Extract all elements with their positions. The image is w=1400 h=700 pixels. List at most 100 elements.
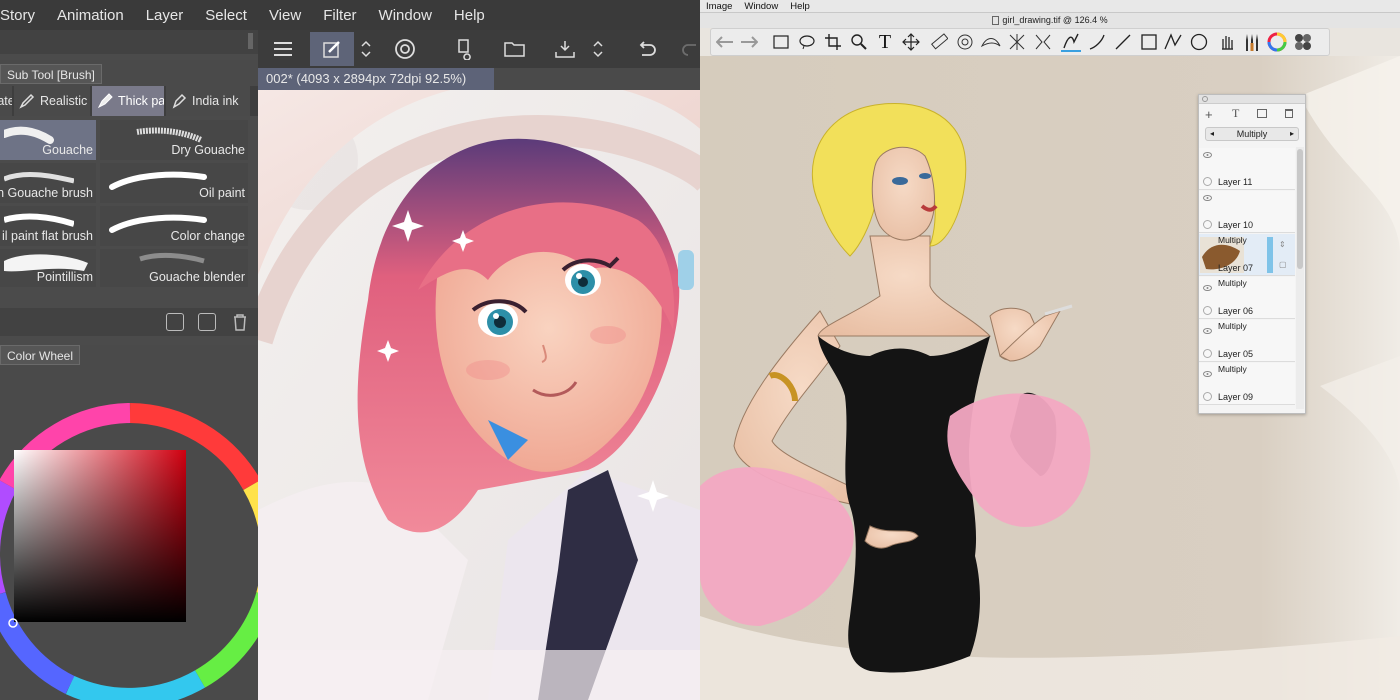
brush-cat-thick-paint[interactable]: Thick pa	[92, 86, 164, 116]
layer-opacity-slider[interactable]	[1267, 237, 1273, 273]
layer-radio[interactable]	[1203, 392, 1212, 401]
open-folder-icon[interactable]	[500, 34, 530, 64]
image-layer-icon[interactable]	[1257, 109, 1267, 118]
menu-help[interactable]: Help	[443, 7, 496, 24]
layers-scrollbar[interactable]	[1296, 147, 1304, 409]
brush-dry-gouache[interactable]: Dry Gouache	[100, 120, 248, 160]
eye-icon[interactable]	[1203, 328, 1212, 334]
up-down-arrow-icon[interactable]	[588, 34, 608, 64]
symmetry-icon[interactable]	[1007, 32, 1027, 52]
subtool-tab[interactable]: Sub Tool [Brush]	[0, 64, 102, 84]
edit-brush-icon[interactable]	[310, 32, 354, 66]
layer-row[interactable]: Layer 10	[1199, 191, 1295, 233]
crop-icon[interactable]	[823, 32, 843, 52]
brush-label: Oil paint	[199, 186, 245, 200]
layer-row[interactable]: Multiply Layer 06	[1199, 277, 1295, 319]
move-icon[interactable]	[901, 32, 921, 52]
menu-window[interactable]: Window	[368, 7, 443, 24]
brush-oil-paint-flat[interactable]: il paint flat brush	[0, 206, 96, 246]
up-down-arrow-icon[interactable]: ⇕	[1279, 240, 1286, 249]
ruler-icon[interactable]	[929, 32, 949, 52]
blend-mode-select[interactable]: ◂ Multiply ▸	[1205, 127, 1299, 141]
menu-help[interactable]: Help	[784, 1, 816, 12]
layer-row[interactable]: Multiply Layer 09	[1199, 363, 1295, 405]
layer-radio[interactable]	[1203, 306, 1212, 315]
ellipse-icon[interactable]	[1189, 32, 1209, 52]
spiral-icon[interactable]	[390, 34, 420, 64]
menu-layer[interactable]: Layer	[135, 7, 195, 24]
brush-gouache-brush[interactable]: n Gouache brush	[0, 163, 96, 203]
brush-cat-label: Thick pa	[118, 94, 164, 108]
brush-stroke-preview	[139, 252, 205, 264]
close-icon[interactable]	[1202, 96, 1208, 102]
layer-radio[interactable]	[1203, 220, 1212, 229]
brush-cat-india-ink[interactable]: India ink	[166, 86, 250, 116]
color-wheel-tab[interactable]: Color Wheel	[0, 345, 81, 365]
curve-icon[interactable]	[1087, 32, 1107, 52]
panel-grip[interactable]	[248, 33, 253, 49]
anime-girl-illustration	[258, 90, 700, 700]
back-arrow-icon[interactable]	[715, 32, 735, 52]
layer-radio[interactable]	[1203, 177, 1212, 186]
trash-icon[interactable]	[231, 312, 249, 332]
eye-icon[interactable]	[1203, 371, 1212, 377]
brush-color-change[interactable]: Color change	[100, 206, 248, 246]
trash-icon[interactable]	[1285, 109, 1293, 118]
lock-icon[interactable]: ▢	[1279, 260, 1287, 269]
brushes-icon[interactable]	[1241, 32, 1261, 52]
layer-row-selected[interactable]: Multiply Layer 07 ⇕ ▢	[1199, 234, 1295, 276]
hand-icon[interactable]	[1217, 32, 1237, 52]
text-layer-icon[interactable]: T	[1232, 106, 1239, 121]
layer-row[interactable]: Multiply Layer 05	[1199, 320, 1295, 362]
undo-icon[interactable]	[632, 34, 662, 64]
brush-gouache[interactable]: Gouache	[0, 120, 96, 160]
menu-animation[interactable]: Animation	[46, 7, 135, 24]
polyline-icon[interactable]	[1163, 32, 1183, 52]
up-down-arrow-icon[interactable]	[356, 34, 376, 64]
layers-panel-titlebar[interactable]	[1199, 95, 1305, 104]
brush-gouache-blender[interactable]: Gouache blender	[100, 249, 248, 287]
document-tab[interactable]: 002* (4093 x 2894px 72dpi 92.5%)	[258, 68, 494, 90]
layer-row[interactable]: Layer 11	[1199, 148, 1295, 190]
eye-icon[interactable]	[1203, 152, 1212, 158]
scrollbar-thumb[interactable]	[1297, 149, 1303, 269]
transform-icon[interactable]	[1033, 32, 1053, 52]
line-icon[interactable]	[1113, 32, 1133, 52]
save-icon[interactable]	[550, 34, 580, 64]
rectangle-select-icon[interactable]	[771, 32, 791, 52]
eye-icon[interactable]	[1203, 195, 1212, 201]
new-page-icon[interactable]	[450, 34, 480, 64]
document-title: girl_drawing.tif @ 126.4 %	[1002, 15, 1108, 25]
subtool-tab-strip: Sub Tool [Brush]	[0, 60, 258, 86]
brush-pointillism[interactable]: Pointillism	[0, 249, 96, 287]
color-wheel[interactable]	[0, 375, 260, 700]
chevron-left-icon: ◂	[1210, 129, 1215, 138]
guide-icon[interactable]	[981, 32, 1001, 52]
layer-radio[interactable]	[1203, 349, 1212, 358]
menu-window[interactable]: Window	[738, 1, 784, 12]
menu-icon[interactable]	[268, 34, 298, 64]
pencil-icon[interactable]	[1061, 32, 1081, 52]
add-layer-icon[interactable]: +	[1205, 107, 1213, 122]
redo-icon[interactable]	[676, 34, 700, 64]
menu-story[interactable]: Story	[0, 7, 46, 24]
lasso-icon[interactable]	[797, 32, 817, 52]
menu-filter[interactable]: Filter	[312, 7, 367, 24]
screenshot-root: Story Animation Layer Select View Filter…	[0, 0, 1400, 700]
menu-view[interactable]: View	[258, 7, 312, 24]
french-curve-icon[interactable]	[955, 32, 975, 52]
menu-image[interactable]: Image	[700, 1, 738, 12]
brush-oil-paint[interactable]: Oil paint	[100, 163, 248, 203]
swatches-icon[interactable]	[1293, 32, 1313, 52]
menu-select[interactable]: Select	[194, 7, 258, 24]
brush-cat-realistic[interactable]: Realistic	[14, 86, 90, 116]
zoom-icon[interactable]	[849, 32, 869, 52]
text-icon[interactable]: T	[875, 31, 895, 53]
import-brush-icon[interactable]	[166, 313, 184, 331]
duplicate-brush-icon[interactable]	[198, 313, 216, 331]
brush-cat-watercolor[interactable]: Waterco	[0, 86, 12, 116]
forward-arrow-icon[interactable]	[739, 32, 759, 52]
eye-icon[interactable]	[1203, 285, 1212, 291]
rectangle-icon[interactable]	[1139, 32, 1159, 52]
color-wheel-icon[interactable]	[1267, 32, 1287, 52]
